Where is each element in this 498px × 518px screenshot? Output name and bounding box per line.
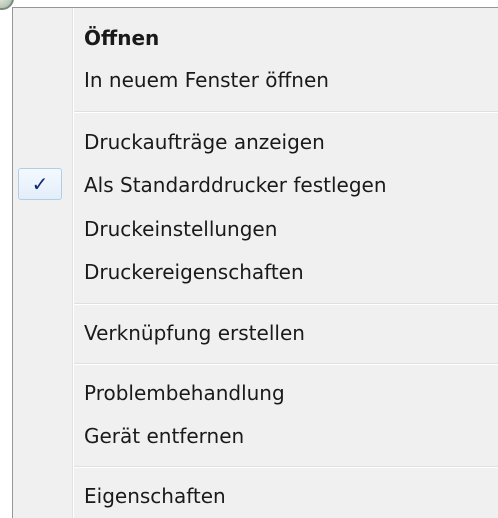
menu-item-troubleshoot[interactable]: Problembehandlung bbox=[15, 373, 498, 413]
context-menu: Öffnen In neuem Fenster öffnen Druckauft… bbox=[12, 7, 498, 518]
menu-item-create-shortcut[interactable]: Verknüpfung erstellen bbox=[15, 313, 498, 353]
menu-item-printer-properties[interactable]: Druckereigenschaften bbox=[15, 252, 498, 292]
menu-item-remove-device[interactable]: Gerät entfernen bbox=[15, 416, 498, 456]
menu-item-print-settings[interactable]: Druckeinstellungen bbox=[15, 209, 498, 249]
menu-item-label: Verknüpfung erstellen bbox=[84, 321, 305, 345]
menu-item-label: Als Standarddrucker festlegen bbox=[84, 173, 387, 197]
menu-item-label: Gerät entfernen bbox=[84, 424, 245, 448]
menu-separator bbox=[74, 303, 498, 304]
menu-item-label: Druckereigenschaften bbox=[84, 260, 304, 284]
menu-item-open[interactable]: Öffnen bbox=[15, 18, 498, 58]
menu-item-label: Eigenschaften bbox=[84, 484, 226, 508]
menu-item-set-default-printer[interactable]: ✓ Als Standarddrucker festlegen bbox=[15, 165, 498, 205]
menu-separator bbox=[74, 111, 498, 112]
menu-item-open-new-window[interactable]: In neuem Fenster öffnen bbox=[15, 60, 498, 100]
menu-separator bbox=[74, 363, 498, 364]
menu-item-label: In neuem Fenster öffnen bbox=[84, 68, 329, 92]
menu-item-label: Druckeinstellungen bbox=[84, 217, 278, 241]
menu-item-label: Öffnen bbox=[84, 26, 160, 50]
menu-separator bbox=[74, 466, 498, 467]
menu-item-label: Druckaufträge anzeigen bbox=[84, 130, 325, 154]
checkmark-icon: ✓ bbox=[31, 172, 49, 196]
checkmark-highlight: ✓ bbox=[18, 168, 62, 200]
menu-item-properties[interactable]: Eigenschaften bbox=[15, 476, 498, 516]
menu-item-show-print-jobs[interactable]: Druckaufträge anzeigen bbox=[15, 122, 498, 162]
menu-item-label: Problembehandlung bbox=[84, 381, 285, 405]
